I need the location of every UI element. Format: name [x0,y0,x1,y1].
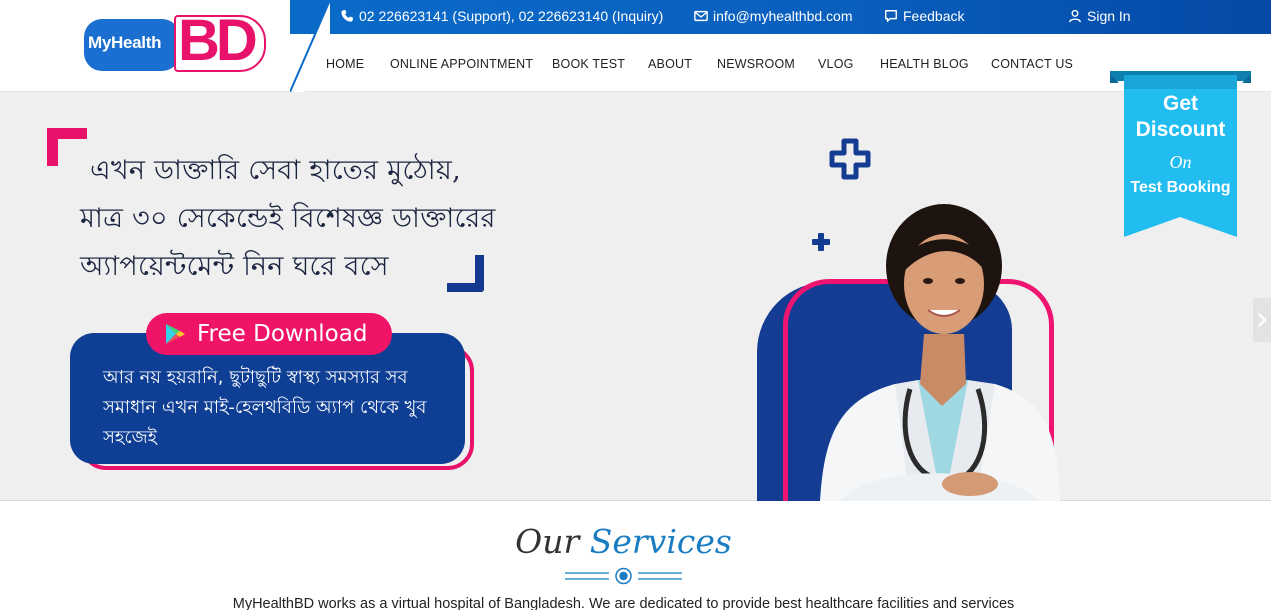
contact-email[interactable]: info@myhealthbd.com [694,8,853,24]
services-description: MyHealthBD works as a virtual hospital o… [232,596,1015,610]
user-icon [1069,9,1081,23]
nav-book-test[interactable]: BOOK TEST [552,57,625,71]
support-phone[interactable]: 02 226623141 (Support), 02 226623140 (In… [340,8,663,24]
services-heading: Our Services [0,522,1247,561]
corner-bracket-pink [47,128,87,166]
hero-banner: এখন ডাক্তারি সেবা হাতের মুঠোয়, মাত্র ৩০… [0,92,1271,501]
services-heading-our: Our [515,522,580,561]
free-download-label: Free Download [197,321,368,347]
services-heading-services: Services [589,522,732,561]
ribbon-get: Get [1162,92,1198,115]
hero-headline-line-3: অ্যাপয়েন্টমেন্ট নিন ঘরে বসে [80,251,389,282]
nav-health-blog[interactable]: HEALTH BLOG [880,57,969,71]
nav-vlog[interactable]: VLOG [818,57,854,71]
doctor-illustration [820,204,1060,501]
site-header: MyHealth BD 02 226623141 (Support), 02 2… [0,0,1271,92]
contact-email-text: info@myhealthbd.com [713,8,853,24]
hero-headline-line-1: এখন ডাক্তারি সেবা হাতের মুঠোয়, [90,155,461,186]
nav-contact-us[interactable]: CONTACT US [991,57,1073,71]
main-nav: HOME ONLINE APPOINTMENT BOOK TEST ABOUT … [0,57,1271,73]
sign-in-link[interactable]: Sign In [1068,8,1131,24]
play-store-icon [166,324,185,344]
nav-home[interactable]: HOME [326,57,364,71]
download-card-text: আর নয় হয়রানি, ছুটাছুটি স্বাস্থ্য সমস্য… [103,367,427,448]
ribbon-test-booking: Test Booking [1130,179,1231,196]
phone-icon [341,9,354,22]
envelope-icon [694,10,708,22]
medical-cross-icon [829,138,871,180]
header-slant-divider [290,0,330,92]
corner-bracket-navy [447,255,484,292]
support-phone-text: 02 226623141 (Support), 02 226623140 (In… [359,8,664,24]
top-contact-bar: 02 226623141 (Support), 02 226623140 (In… [290,0,1271,34]
feedback-link[interactable]: Feedback [884,8,964,24]
comment-icon [885,10,897,22]
logo-text-myhealth: MyHealth [88,33,162,52]
sign-in-label: Sign In [1087,8,1131,24]
section-divider [565,567,682,585]
hero-headline-line-2: মাত্র ৩০ সেকেন্ডেই বিশেষজ্ঞ ডাক্তারের [80,203,496,234]
side-scroll-tab[interactable] [1253,298,1271,342]
nav-newsroom[interactable]: NEWSROOM [717,57,795,71]
nav-online-appointment[interactable]: ONLINE APPOINTMENT [390,57,533,71]
ribbon-discount: Discount [1135,118,1226,141]
ribbon-on: On [1169,152,1192,172]
feedback-label: Feedback [903,8,965,24]
chevron-right-icon [1258,313,1267,327]
nav-about[interactable]: ABOUT [648,57,692,71]
